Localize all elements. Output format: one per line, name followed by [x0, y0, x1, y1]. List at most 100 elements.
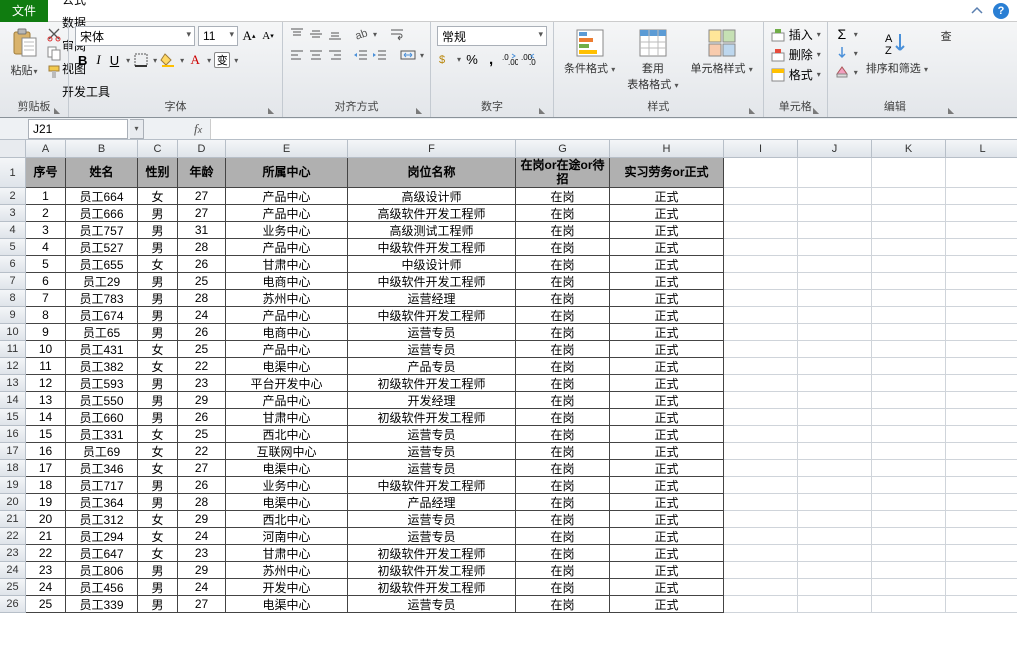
cell-E12[interactable]: 电渠中心 [226, 358, 348, 375]
row-header-19[interactable]: 19 [0, 477, 26, 494]
row-header-26[interactable]: 26 [0, 596, 26, 613]
cell-C7[interactable]: 男 [138, 273, 178, 290]
clear-button[interactable]: ▾ [834, 64, 858, 80]
select-all-corner[interactable] [0, 140, 26, 158]
tab-公式[interactable]: 公式 [48, 0, 124, 11]
formula-input[interactable] [210, 119, 1017, 139]
cell-B9[interactable]: 员工674 [66, 307, 138, 324]
cell-A3[interactable]: 2 [26, 205, 66, 222]
sort-filter-button[interactable]: AZ 排序和筛选 ▾ [862, 26, 932, 78]
row-header-24[interactable]: 24 [0, 562, 26, 579]
col-header-J[interactable]: J [798, 140, 872, 158]
row-header-22[interactable]: 22 [0, 528, 26, 545]
cell-C9[interactable]: 男 [138, 307, 178, 324]
cell-K19[interactable] [872, 477, 946, 494]
cell-H9[interactable]: 正式 [610, 307, 724, 324]
cell-D18[interactable]: 27 [178, 460, 226, 477]
align-center-icon[interactable] [308, 47, 324, 63]
cell-D21[interactable]: 29 [178, 511, 226, 528]
cell-E7[interactable]: 电商中心 [226, 273, 348, 290]
cell-C25[interactable]: 男 [138, 579, 178, 596]
cell-D11[interactable]: 25 [178, 341, 226, 358]
cell-I19[interactable] [724, 477, 798, 494]
cell-L13[interactable] [946, 375, 1017, 392]
cell-E16[interactable]: 西北中心 [226, 426, 348, 443]
cell-K2[interactable] [872, 188, 946, 205]
cell-F12[interactable]: 产品专员 [348, 358, 516, 375]
cell-B22[interactable]: 员工294 [66, 528, 138, 545]
cell-E26[interactable]: 电渠中心 [226, 596, 348, 613]
cell-I7[interactable] [724, 273, 798, 290]
cell-I11[interactable] [724, 341, 798, 358]
cell-A6[interactable]: 5 [26, 256, 66, 273]
cell-D4[interactable]: 31 [178, 222, 226, 239]
cell-I18[interactable] [724, 460, 798, 477]
cell-L7[interactable] [946, 273, 1017, 290]
row-header-17[interactable]: 17 [0, 443, 26, 460]
cell-G6[interactable]: 在岗 [516, 256, 610, 273]
cell-G23[interactable]: 在岗 [516, 545, 610, 562]
cell-D3[interactable]: 27 [178, 205, 226, 222]
cell-F5[interactable]: 中级软件开发工程师 [348, 239, 516, 256]
cell-A24[interactable]: 23 [26, 562, 66, 579]
cell-H14[interactable]: 正式 [610, 392, 724, 409]
format-painter-icon[interactable] [46, 64, 62, 80]
row-header-1[interactable]: 1 [0, 158, 26, 188]
cell-C6[interactable]: 女 [138, 256, 178, 273]
cell-K3[interactable] [872, 205, 946, 222]
cell-F15[interactable]: 初级软件开发工程师 [348, 409, 516, 426]
cell-H1[interactable]: 实习劳务or正式 [610, 158, 724, 188]
format-cells-button[interactable]: 格式▾ [770, 66, 821, 83]
cell-G16[interactable]: 在岗 [516, 426, 610, 443]
cell-H22[interactable]: 正式 [610, 528, 724, 545]
cell-J2[interactable] [798, 188, 872, 205]
cell-G24[interactable]: 在岗 [516, 562, 610, 579]
cell-L1[interactable] [946, 158, 1017, 188]
cell-F8[interactable]: 运营经理 [348, 290, 516, 307]
cell-I9[interactable] [724, 307, 798, 324]
cell-E11[interactable]: 产品中心 [226, 341, 348, 358]
cell-H8[interactable]: 正式 [610, 290, 724, 307]
cell-D20[interactable]: 28 [178, 494, 226, 511]
cell-K10[interactable] [872, 324, 946, 341]
cell-styles-button[interactable]: 单元格样式 ▾ [687, 26, 757, 78]
cell-E24[interactable]: 苏州中心 [226, 562, 348, 579]
cell-I21[interactable] [724, 511, 798, 528]
cell-C5[interactable]: 男 [138, 239, 178, 256]
cell-C2[interactable]: 女 [138, 188, 178, 205]
col-header-F[interactable]: F [348, 140, 516, 158]
cell-G25[interactable]: 在岗 [516, 579, 610, 596]
cell-G14[interactable]: 在岗 [516, 392, 610, 409]
cell-H24[interactable]: 正式 [610, 562, 724, 579]
cell-L25[interactable] [946, 579, 1017, 596]
align-left-icon[interactable] [289, 47, 305, 63]
cell-H21[interactable]: 正式 [610, 511, 724, 528]
cell-C19[interactable]: 男 [138, 477, 178, 494]
cell-A11[interactable]: 10 [26, 341, 66, 358]
cell-K17[interactable] [872, 443, 946, 460]
align-middle-icon[interactable] [308, 26, 324, 42]
col-header-A[interactable]: A [26, 140, 66, 158]
cell-B21[interactable]: 员工312 [66, 511, 138, 528]
cell-J1[interactable] [798, 158, 872, 188]
cell-B23[interactable]: 员工647 [66, 545, 138, 562]
cell-F3[interactable]: 高级软件开发工程师 [348, 205, 516, 222]
cell-I14[interactable] [724, 392, 798, 409]
cell-A18[interactable]: 17 [26, 460, 66, 477]
cell-F17[interactable]: 运营专员 [348, 443, 516, 460]
cell-D22[interactable]: 24 [178, 528, 226, 545]
cell-K21[interactable] [872, 511, 946, 528]
cell-E9[interactable]: 产品中心 [226, 307, 348, 324]
col-header-H[interactable]: H [610, 140, 724, 158]
cell-H6[interactable]: 正式 [610, 256, 724, 273]
row-header-25[interactable]: 25 [0, 579, 26, 596]
cell-F7[interactable]: 中级软件开发工程师 [348, 273, 516, 290]
cell-H10[interactable]: 正式 [610, 324, 724, 341]
cell-D9[interactable]: 24 [178, 307, 226, 324]
cell-L24[interactable] [946, 562, 1017, 579]
cell-E10[interactable]: 电商中心 [226, 324, 348, 341]
cell-J23[interactable] [798, 545, 872, 562]
cell-I20[interactable] [724, 494, 798, 511]
row-header-3[interactable]: 3 [0, 205, 26, 222]
cell-I24[interactable] [724, 562, 798, 579]
